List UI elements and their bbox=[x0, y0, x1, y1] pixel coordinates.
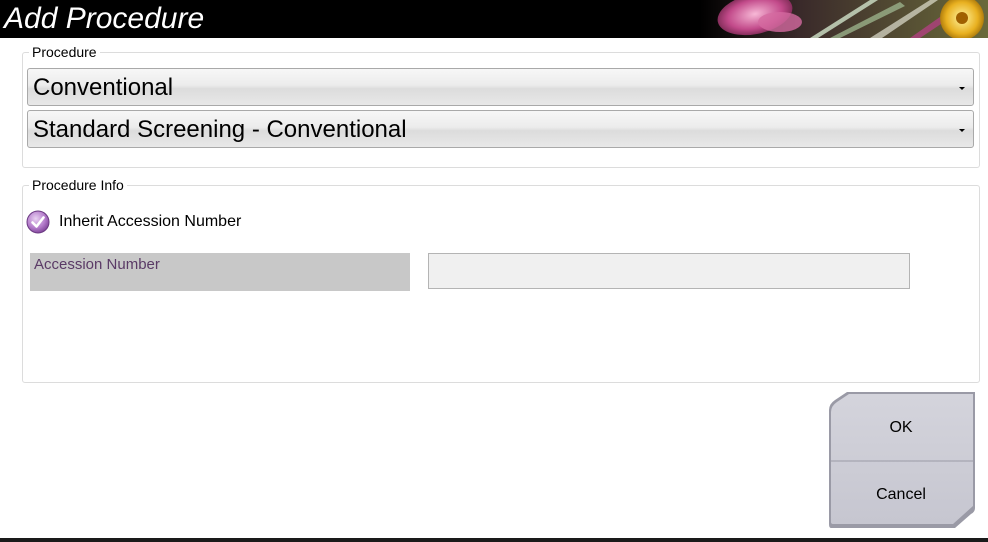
chevron-down-icon bbox=[959, 87, 965, 90]
procedure-group: Procedure bbox=[22, 44, 980, 168]
inherit-accession-checkbox[interactable] bbox=[26, 210, 50, 234]
bottom-border bbox=[0, 538, 988, 542]
chevron-down-icon bbox=[959, 129, 965, 132]
banner-flower-image bbox=[700, 0, 988, 38]
accession-number-label-box: Accession Number bbox=[30, 253, 410, 291]
procedure-type-dropdown[interactable]: Conventional bbox=[27, 68, 974, 106]
procedure-name-dropdown[interactable]: Standard Screening - Conventional bbox=[27, 110, 974, 148]
ok-button[interactable]: OK bbox=[827, 394, 975, 462]
accession-number-input[interactable] bbox=[428, 253, 910, 289]
procedure-info-legend: Procedure Info bbox=[32, 177, 124, 193]
cancel-button[interactable]: Cancel bbox=[827, 461, 975, 529]
procedure-group-legend: Procedure bbox=[32, 44, 97, 60]
procedure-name-value: Standard Screening - Conventional bbox=[33, 116, 407, 143]
procedure-type-value: Conventional bbox=[33, 74, 174, 101]
window-title: Add Procedure bbox=[4, 2, 205, 35]
action-buttons: OK Cancel bbox=[827, 390, 977, 530]
accession-number-label: Accession Number bbox=[34, 256, 160, 273]
inherit-accession-label: Inherit Accession Number bbox=[59, 213, 242, 230]
title-bar: Add Procedure bbox=[0, 0, 988, 38]
